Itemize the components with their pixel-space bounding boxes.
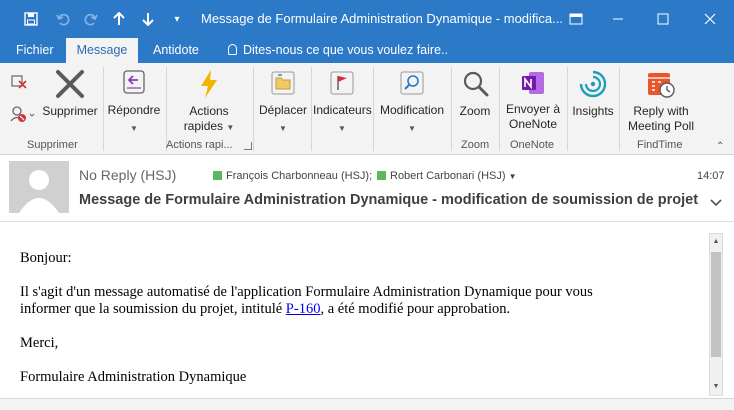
save-icon[interactable] [20,8,42,30]
vertical-scrollbar[interactable]: ▲ ▼ [709,233,723,396]
signature-text: Formulaire Administration Dynamique [20,369,247,385]
avatar [9,161,69,213]
move-button[interactable]: Déplacer ▼ [257,69,309,136]
group-separator [451,67,452,151]
status-strip [0,398,734,410]
group-separator [567,67,568,151]
group-label-zoom: Zoom [461,139,490,151]
group-label-findtime: FindTime [637,139,683,151]
project-link[interactable]: P-160 [286,301,321,317]
zoom-button[interactable]: Zoom [455,69,495,119]
title-bar: ▾ Message de Formulaire Administration D… [0,0,734,38]
body-paragraph: Il s'agit d'un message automatisé de l'a… [20,284,593,317]
group-label-onenote: OneNote [510,139,555,151]
presence-icon [377,171,386,180]
message-body: Bonjour: Il s'agit d'un message automati… [0,222,734,398]
zoom-label: Zoom [459,104,491,118]
send-to-onenote-button[interactable]: Envoyer à OneNote [502,69,564,132]
junk-icon[interactable] [8,105,38,123]
quick-actions-label-2: rapides ▼ [183,119,235,133]
dialog-launcher-icon[interactable] [244,142,252,150]
recipient-1[interactable]: François Charbonneau (HSJ); [213,170,372,182]
undo-icon[interactable] [52,8,74,30]
scroll-up-icon[interactable]: ▲ [710,235,722,249]
insights-button[interactable]: Insights [569,69,617,119]
scroll-thumb[interactable] [711,252,721,357]
lightbulb-icon [228,44,237,55]
presence-icon [213,171,222,180]
window-title: Message de Formulaire Administration Dyn… [201,11,563,26]
editing-button[interactable]: Modification ▼ [377,69,447,136]
chevron-down-icon: ▼ [408,124,416,133]
ribbon-tab-bar: Fichier Message Antidote Dites-nous ce q… [0,38,734,63]
tab-antidote[interactable]: Antidote [145,38,207,63]
tell-me-text: Dites-nous ce que vous voulez faire.. [243,43,448,57]
close-icon[interactable] [695,6,725,32]
group-separator [499,67,500,151]
up-arrow-icon[interactable] [108,8,130,30]
delete-button[interactable]: Supprimer [42,69,98,119]
tell-me-search[interactable]: Dites-nous ce que vous voulez faire.. [228,38,448,63]
maximize-icon[interactable] [648,6,678,32]
minimize-icon[interactable] [603,6,633,32]
delete-label: Supprimer [42,104,98,118]
sender-name[interactable]: No Reply (HSJ) [79,167,176,183]
reply-with-meeting-poll-button[interactable]: Reply with Meeting Poll [621,69,701,134]
group-separator [253,67,254,151]
chevron-down-icon[interactable]: ▼ [509,172,517,181]
ribbon-display-icon[interactable] [561,6,591,32]
reply-button[interactable]: Répondre ▼ [106,69,162,136]
chevron-down-icon: ▼ [338,124,346,133]
recipient-2[interactable]: Robert Carbonari (HSJ) ▼ [377,170,517,182]
chevron-down-icon: ▼ [130,124,138,133]
tags-button[interactable]: Indicateurs ▼ [313,69,372,136]
meeting-poll-label-2: Meeting Poll [627,119,695,133]
redo-icon[interactable] [80,8,102,30]
expand-header-icon[interactable] [710,196,722,210]
message-header: No Reply (HSJ) François Charbonneau (HSJ… [0,156,734,222]
group-label-delete: Supprimer [27,139,78,151]
group-separator [619,67,620,151]
customize-icon[interactable]: ▾ [166,8,188,30]
down-arrow-icon[interactable] [137,8,159,30]
thanks-text: Merci, [20,335,59,351]
tab-fichier[interactable]: Fichier [8,38,62,63]
onenote-label-2: OneNote [508,117,558,131]
group-separator [311,67,312,151]
group-label-quick-actions: Actions rapi... [166,139,233,151]
onenote-label-1: Envoyer à [505,102,561,116]
scroll-down-icon[interactable]: ▼ [710,380,722,394]
group-separator [103,67,104,151]
move-label: Déplacer [258,103,308,117]
ignore-icon[interactable] [8,72,30,90]
message-subject: Message de Formulaire Administration Dyn… [79,192,699,208]
quick-actions-label-1: Actions [189,104,229,118]
tab-message[interactable]: Message [66,38,138,63]
ribbon: Supprimer Supprimer Répondre ▼ Actions r… [0,63,734,155]
group-separator [373,67,374,151]
reply-label: Répondre [107,103,161,117]
greeting-text: Bonjour: [20,250,72,266]
collapse-ribbon-icon[interactable]: ⌃ [716,141,724,152]
message-time: 14:07 [697,170,725,182]
chevron-down-icon: ▼ [279,124,287,133]
insights-label: Insights [572,104,614,118]
meeting-poll-label-1: Reply with [633,104,689,118]
quick-actions-button[interactable]: Actions rapides ▼ [172,69,246,135]
editing-label: Modification [379,103,445,117]
message-body-text: Bonjour: Il s'agit d'un message automati… [20,250,700,403]
tags-label: Indicateurs [313,103,372,117]
